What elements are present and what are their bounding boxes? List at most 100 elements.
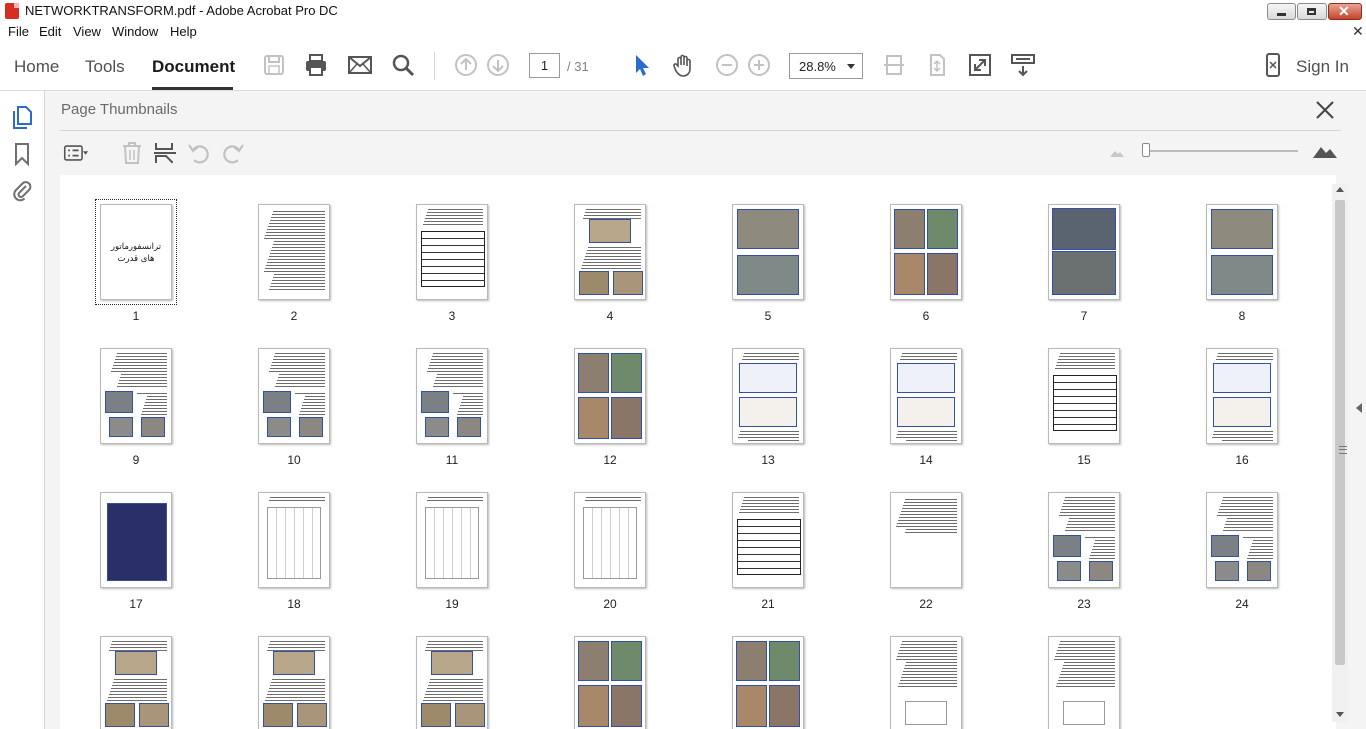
- scroll-up-icon[interactable]: [1336, 187, 1344, 192]
- text-line: [1056, 365, 1115, 366]
- hand-icon[interactable]: [671, 52, 697, 78]
- attachments-icon[interactable]: [11, 178, 33, 202]
- tab-home[interactable]: Home: [14, 57, 59, 77]
- rotate-clockwise-icon[interactable]: [220, 141, 246, 165]
- page-thumbnail[interactable]: [890, 636, 962, 729]
- text-line: [423, 700, 483, 701]
- text-line: [1095, 540, 1115, 541]
- sign-in-link[interactable]: Sign In: [1296, 57, 1349, 77]
- fit-page-icon[interactable]: [881, 52, 907, 78]
- next-page-icon[interactable]: [485, 52, 511, 78]
- page-thumbnail[interactable]: [416, 348, 488, 444]
- text-line: [427, 688, 483, 689]
- save-icon[interactable]: [261, 52, 287, 78]
- page-thumbnail[interactable]: [1206, 492, 1278, 588]
- prev-page-icon[interactable]: [453, 52, 479, 78]
- slider-handle[interactable]: [1142, 143, 1150, 157]
- page-thumbnail[interactable]: [258, 636, 330, 729]
- page-thumbnail[interactable]: [732, 204, 804, 300]
- email-icon[interactable]: [347, 52, 373, 78]
- mobile-icon[interactable]: [1260, 52, 1286, 78]
- text-line: [137, 393, 167, 394]
- bookmarks-icon[interactable]: [11, 142, 33, 166]
- page-thumbnail[interactable]: ترانسفورماتور های قدرت: [95, 199, 177, 305]
- tab-document[interactable]: Document: [152, 57, 235, 77]
- page-thumbnail[interactable]: [890, 204, 962, 300]
- page-thumbnail[interactable]: [1048, 348, 1120, 444]
- text-line: [268, 647, 325, 648]
- page-thumbnail[interactable]: [574, 204, 646, 300]
- page-thumbnail[interactable]: [416, 204, 488, 300]
- scrollbar-thumb[interactable]: [1335, 200, 1347, 665]
- close-panel-icon[interactable]: [1314, 99, 1336, 121]
- text-line: [1060, 512, 1115, 513]
- photo: [578, 353, 609, 393]
- menu-view[interactable]: View: [73, 24, 101, 39]
- page-number-input[interactable]: 1: [529, 53, 560, 78]
- page-thumbnail[interactable]: [574, 636, 646, 729]
- drawing: [425, 507, 479, 579]
- maximize-button[interactable]: [1297, 3, 1327, 20]
- text-line: [278, 377, 325, 378]
- page-thumbnail[interactable]: [1048, 492, 1120, 588]
- page-number-label: 21: [761, 597, 775, 611]
- page-thumbnail[interactable]: [732, 492, 804, 588]
- text-line: [897, 434, 957, 435]
- options-icon[interactable]: [63, 141, 89, 165]
- text-line: [1243, 537, 1273, 538]
- text-line: [427, 212, 483, 213]
- page-thumbnail[interactable]: [1048, 636, 1120, 729]
- scroll-mode-icon[interactable]: [924, 52, 950, 78]
- page-thumbnail[interactable]: [258, 492, 330, 588]
- menu-edit[interactable]: Edit: [39, 24, 61, 39]
- page-thumbnail[interactable]: [416, 636, 488, 729]
- vertical-scrollbar[interactable]: [1332, 184, 1348, 722]
- read-mode-icon[interactable]: [1010, 52, 1036, 78]
- close-document-icon[interactable]: ✕: [1352, 23, 1364, 40]
- page-thumbnail[interactable]: [574, 492, 646, 588]
- text-line: [429, 682, 483, 683]
- text-line: [427, 371, 483, 372]
- page-thumbnails-icon[interactable]: [11, 105, 33, 129]
- close-window-button[interactable]: ✕: [1328, 3, 1362, 20]
- page-thumbnail[interactable]: [100, 348, 172, 444]
- zoom-out-icon[interactable]: [714, 52, 740, 78]
- text-line: [1223, 530, 1273, 531]
- full-screen-icon[interactable]: [967, 52, 993, 78]
- thumbnail-size-slider[interactable]: [1148, 150, 1298, 152]
- page-thumbnail[interactable]: [1048, 204, 1120, 300]
- menu-window[interactable]: Window: [112, 24, 158, 39]
- zoom-select[interactable]: 28.8%: [789, 53, 863, 79]
- photo: [737, 255, 799, 295]
- select-arrow-icon[interactable]: [629, 52, 655, 78]
- menu-file[interactable]: File: [8, 24, 29, 39]
- tab-tools[interactable]: Tools: [85, 57, 125, 77]
- text-line: [1224, 527, 1273, 528]
- scroll-down-icon[interactable]: [1336, 712, 1344, 717]
- large-thumbnails-icon[interactable]: [1313, 144, 1337, 158]
- page-thumbnail[interactable]: [732, 348, 804, 444]
- page-thumbnail[interactable]: [1206, 348, 1278, 444]
- small-thumbnails-icon[interactable]: [1110, 149, 1124, 157]
- page-thumbnail[interactable]: [890, 348, 962, 444]
- page-thumbnail[interactable]: [416, 492, 488, 588]
- zoom-in-icon[interactable]: [746, 52, 772, 78]
- page-thumbnail[interactable]: [890, 492, 962, 588]
- page-thumbnail[interactable]: [100, 492, 172, 588]
- photo: [263, 391, 291, 413]
- minimize-button[interactable]: [1267, 3, 1296, 20]
- print-icon[interactable]: [303, 52, 329, 78]
- page-thumbnail[interactable]: [100, 636, 172, 729]
- insert-pages-icon[interactable]: [152, 141, 178, 165]
- page-thumbnail[interactable]: [258, 348, 330, 444]
- rotate-counterclockwise-icon[interactable]: [186, 141, 212, 165]
- search-icon[interactable]: [390, 52, 416, 78]
- delete-icon[interactable]: [119, 141, 145, 165]
- menu-help[interactable]: Help: [170, 24, 197, 39]
- page-thumbnail[interactable]: [574, 348, 646, 444]
- page-thumbnail[interactable]: [732, 636, 804, 729]
- expand-right-pane-icon[interactable]: [1356, 403, 1362, 413]
- page-thumbnail[interactable]: [1206, 204, 1278, 300]
- text-line: [901, 511, 957, 512]
- page-thumbnail[interactable]: [258, 204, 330, 300]
